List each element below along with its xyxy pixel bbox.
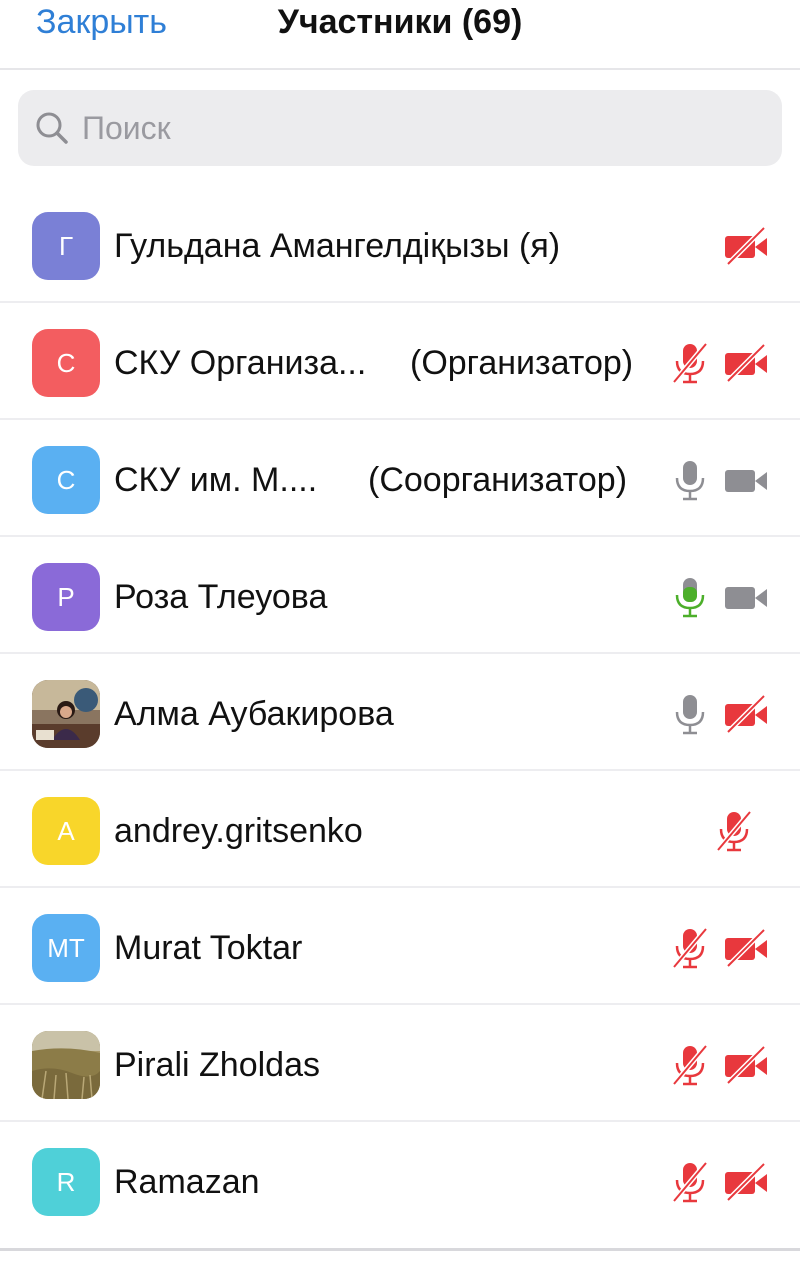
participant-row[interactable]: R Ramazan xyxy=(0,1122,800,1239)
video-off-icon[interactable] xyxy=(724,692,768,736)
avatar-initial: R xyxy=(56,1166,76,1197)
video-icon[interactable] xyxy=(724,575,768,619)
search-icon xyxy=(36,112,68,144)
mic-muted-icon[interactable] xyxy=(668,926,712,970)
avatar-initial: С xyxy=(56,464,76,495)
search-input[interactable] xyxy=(82,90,762,166)
page-title: Участники (69) xyxy=(277,3,523,41)
header-bar: Закрыть Участники (69) xyxy=(0,0,800,70)
participants-list: Г Гульдана Амангелдіқызы (я) С СКУ Орган… xyxy=(0,186,800,1239)
video-off-icon[interactable] xyxy=(724,1043,768,1087)
participant-role: (Организатор) xyxy=(410,344,634,382)
avatar: R xyxy=(32,1148,100,1216)
video-off-icon[interactable] xyxy=(724,1160,768,1204)
participant-row[interactable]: Pirali Zholdas xyxy=(0,1005,800,1122)
mic-active-icon[interactable] xyxy=(668,575,712,619)
mic-muted-icon[interactable] xyxy=(668,1043,712,1087)
avatar: MT xyxy=(32,914,100,982)
participant-row[interactable]: A andrey.gritsenko xyxy=(0,771,800,888)
avatar: С xyxy=(32,329,100,397)
participant-name: Роза Тлеуова xyxy=(114,578,328,616)
participant-row[interactable]: Р Роза Тлеуова xyxy=(0,537,800,654)
mic-muted-icon[interactable] xyxy=(668,1160,712,1204)
search-box[interactable] xyxy=(18,90,782,166)
participant-name: Алма Аубакирова xyxy=(114,695,394,733)
avatar-initial: Р xyxy=(57,581,75,612)
participant-row[interactable]: С СКУ Организа... (Организатор) xyxy=(0,303,800,420)
avatar-initial: С xyxy=(56,347,76,378)
mic-muted-icon[interactable] xyxy=(668,341,712,385)
participant-name: Murat Toktar xyxy=(114,929,303,967)
avatar-initial: A xyxy=(57,815,75,846)
avatar: Г xyxy=(32,212,100,280)
participant-name: Гульдана Амангелдіқызы (я) xyxy=(114,227,561,265)
participant-name: СКУ им. М.... xyxy=(114,461,318,499)
avatar-photo xyxy=(32,680,100,748)
participant-name: Pirali Zholdas xyxy=(114,1046,320,1084)
participant-name: Ramazan xyxy=(114,1163,260,1201)
participant-row[interactable]: С СКУ им. М.... (Соорганизатор) xyxy=(0,420,800,537)
field-photo-icon xyxy=(32,1031,100,1099)
participant-row[interactable]: MT Murat Toktar xyxy=(0,888,800,1005)
participant-name: andrey.gritsenko xyxy=(114,812,363,850)
avatar-initial: Г xyxy=(58,230,74,261)
participant-name: СКУ Организа... xyxy=(114,344,367,382)
mic-icon[interactable] xyxy=(668,692,712,736)
avatar-photo xyxy=(32,1031,100,1099)
video-off-icon[interactable] xyxy=(724,341,768,385)
mic-muted-icon[interactable] xyxy=(712,809,756,853)
bottom-divider xyxy=(0,1248,800,1251)
avatar: Р xyxy=(32,563,100,631)
participant-row[interactable]: Г Гульдана Амангелдіқызы (я) xyxy=(0,186,800,303)
avatar: С xyxy=(32,446,100,514)
mic-icon[interactable] xyxy=(668,458,712,502)
avatar-initial: MT xyxy=(47,932,85,963)
person-photo-icon xyxy=(32,680,100,748)
video-off-icon[interactable] xyxy=(724,926,768,970)
video-off-icon[interactable] xyxy=(724,224,768,268)
participant-role: (Соорганизатор) xyxy=(368,461,628,499)
video-icon[interactable] xyxy=(724,458,768,502)
participant-row[interactable]: Алма Аубакирова xyxy=(0,654,800,771)
avatar: A xyxy=(32,797,100,865)
